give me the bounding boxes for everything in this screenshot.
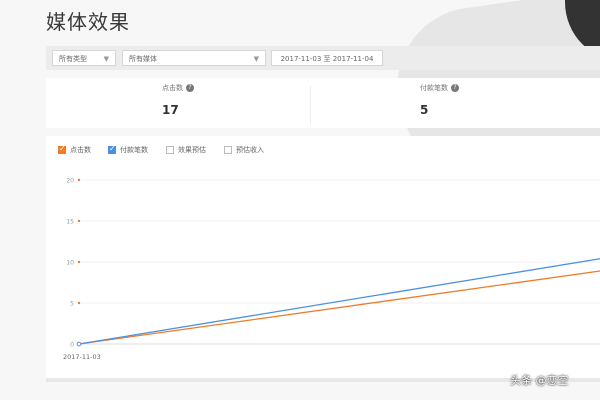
x-tick-label: 2017-11-03 xyxy=(63,353,101,361)
chart-panel: 点击数 付款笔数 效果预估 预估收入 051015202017-11-03 xyxy=(46,136,600,380)
chevron-down-icon: ▼ xyxy=(103,55,109,63)
stat-divider xyxy=(310,86,311,124)
y-tick-label: 5 xyxy=(70,301,74,308)
series-line xyxy=(78,270,600,345)
y-tick-label: 0 xyxy=(70,342,74,349)
y-tick-label: 10 xyxy=(66,260,74,267)
y-tick-mark xyxy=(77,260,81,264)
type-select[interactable]: 所有类型 ▼ xyxy=(52,50,116,66)
series-point xyxy=(76,341,82,347)
type-select-value: 所有类型 xyxy=(59,55,87,63)
stat-clicks-label: 点击数 xyxy=(162,84,183,92)
help-icon[interactable]: ? xyxy=(186,84,194,92)
series-line xyxy=(78,258,600,345)
page-title: 媒体效果 xyxy=(46,10,130,34)
stats-panel: 点击数? 17 付款笔数? 5 xyxy=(46,78,600,128)
stat-payments-label: 付款笔数 xyxy=(420,84,448,92)
y-tick-label: 20 xyxy=(66,178,74,185)
stat-payments-label-row: 付款笔数? xyxy=(420,83,459,93)
watermark: 头条 @恋空 xyxy=(510,374,569,387)
date-range-picker[interactable]: 2017-11-03 至 2017-11-04 xyxy=(271,50,383,66)
stat-payments-value: 5 xyxy=(420,103,429,117)
y-tick-mark xyxy=(77,301,81,305)
help-icon[interactable]: ? xyxy=(451,84,459,92)
filter-bar: 所有类型 ▼ 所有媒体 ▼ 2017-11-03 至 2017-11-04 xyxy=(46,46,600,70)
y-tick-label: 15 xyxy=(66,219,74,226)
stat-clicks-label-row: 点击数? xyxy=(162,83,194,93)
line-chart: 0 5 10 15 20 2017-11-03 xyxy=(63,178,600,361)
stat-clicks-value: 17 xyxy=(162,103,179,117)
y-tick-mark xyxy=(77,178,81,182)
media-select[interactable]: 所有媒体 ▼ xyxy=(122,50,266,66)
y-tick-mark xyxy=(77,219,81,223)
media-select-value: 所有媒体 xyxy=(129,55,157,63)
chevron-down-icon: ▼ xyxy=(253,55,259,63)
